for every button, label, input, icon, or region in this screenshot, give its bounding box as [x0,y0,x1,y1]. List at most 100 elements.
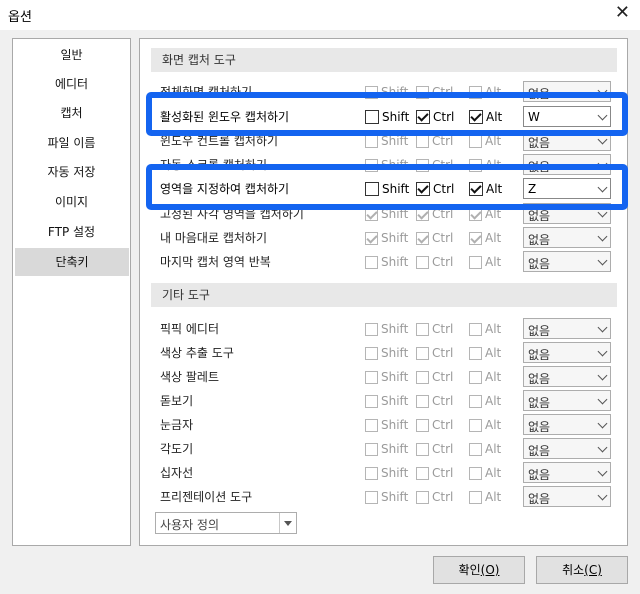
checkbox-box [416,255,429,269]
sidebar-item[interactable]: 일반 [14,41,129,69]
ctrl-checkbox[interactable]: Ctrl [416,442,453,456]
alt-label: Alt [485,322,502,336]
shift-checkbox[interactable]: Shift [365,370,408,384]
category-sidebar: 일반 에디터 캡처 파일 이름 자동 저장 이미지 FTP 설정 단축키 [12,38,131,546]
checkbox-box [365,490,378,504]
alt-checkbox[interactable]: Alt [469,442,501,456]
dropdown-arrow-icon [284,521,292,526]
close-icon[interactable]: ✕ [615,2,630,23]
ctrl-checkbox[interactable]: Ctrl [416,322,453,336]
alt-checkbox[interactable]: Alt [469,322,501,336]
ctrl-checkbox[interactable]: Ctrl [416,418,453,432]
alt-checkbox[interactable]: Alt [469,466,501,480]
alt-checkbox[interactable]: Alt [469,370,501,384]
chevron-down-icon [597,346,608,357]
shortcut-label: 눈금자 [160,418,194,432]
cancel-button[interactable]: 취소(C) [536,556,628,584]
shift-label: Shift [381,255,409,269]
chevron-down-icon [597,322,608,333]
key-dropdown-value: 없음 [528,136,551,150]
ctrl-checkbox[interactable]: Ctrl [416,346,453,360]
ctrl-checkbox[interactable]: Ctrl [416,466,453,480]
sidebar-item[interactable]: 에디터 [14,70,129,98]
ctrl-checkbox[interactable]: Ctrl [416,370,453,384]
shift-label: Shift [381,346,409,360]
checkbox-box [416,490,429,504]
checkbox-box [365,231,378,245]
checkbox-box [365,370,378,384]
chevron-down-icon [597,490,608,501]
ok-button-mnemonic: (O) [480,563,500,577]
shortcut-row: 프리젠테이션 도구 Shift Ctrl Alt 없음 [140,484,629,508]
alt-checkbox[interactable]: Alt [469,134,501,148]
sidebar-item[interactable]: 캡처 [14,99,129,127]
dropdown-separator [279,513,280,533]
alt-checkbox[interactable]: Alt [469,346,501,360]
key-dropdown[interactable]: 없음 [523,414,611,435]
shift-checkbox[interactable]: Shift [365,255,408,269]
alt-checkbox[interactable]: Alt [469,394,501,408]
key-dropdown[interactable]: 없음 [523,227,611,248]
sidebar-item[interactable]: 자동 저장 [14,158,129,186]
shortcut-label: 돋보기 [160,394,194,408]
ctrl-checkbox[interactable]: Ctrl [416,490,453,504]
checkbox-box [469,346,482,360]
key-dropdown[interactable]: 없음 [523,462,611,483]
shift-checkbox[interactable]: Shift [365,322,408,336]
checkbox-box [416,394,429,408]
sidebar-item[interactable]: 단축키 [15,248,129,276]
cancel-button-label: 취소 [562,563,585,577]
chevron-down-icon [597,231,608,242]
shift-label: Shift [381,394,409,408]
shift-checkbox[interactable]: Shift [365,490,408,504]
shortcut-label: 색상 추출 도구 [160,346,234,360]
shortcut-row: 마지막 캡처 영역 반복 Shift Ctrl Alt 없음 [140,249,629,273]
key-dropdown[interactable]: 없음 [523,438,611,459]
shift-checkbox[interactable]: Shift [365,394,408,408]
shift-checkbox[interactable]: Shift [365,466,408,480]
shift-checkbox[interactable]: Shift [365,346,408,360]
checkbox-box [416,134,429,148]
checkbox-box [365,466,378,480]
checkbox-box [365,346,378,360]
key-dropdown[interactable]: 없음 [523,390,611,411]
title-bar: 옵션 ✕ [0,0,640,30]
key-dropdown[interactable]: 없음 [523,486,611,507]
sidebar-item[interactable]: 파일 이름 [14,129,129,157]
ctrl-checkbox[interactable]: Ctrl [416,231,453,245]
alt-label: Alt [485,346,502,360]
section-header-capture: 화면 캡처 도구 [151,48,617,72]
shift-checkbox[interactable]: Shift [365,418,408,432]
key-dropdown[interactable]: 없음 [523,318,611,339]
alt-checkbox[interactable]: Alt [469,490,501,504]
ctrl-checkbox[interactable]: Ctrl [416,255,453,269]
ctrl-label: Ctrl [432,370,454,384]
sidebar-item[interactable]: FTP 설정 [14,218,129,246]
key-dropdown[interactable]: 없음 [523,342,611,363]
sidebar-item[interactable]: 이미지 [14,188,129,216]
preset-dropdown[interactable]: 사용자 정의 [155,512,297,534]
checkbox-box [365,418,378,432]
alt-checkbox[interactable]: Alt [469,418,501,432]
shift-checkbox[interactable]: Shift [365,134,408,148]
alt-checkbox[interactable]: Alt [469,255,501,269]
shift-checkbox[interactable]: Shift [365,231,408,245]
ok-button[interactable]: 확인(O) [433,556,525,584]
key-dropdown-value: 없음 [528,257,551,271]
ctrl-checkbox[interactable]: Ctrl [416,134,453,148]
window-title: 옵션 [8,10,32,25]
shift-checkbox[interactable]: Shift [365,442,408,456]
checkbox-box [469,322,482,336]
key-dropdown[interactable]: 없음 [523,366,611,387]
shortcut-row: 눈금자 Shift Ctrl Alt 없음 [140,412,629,436]
checkbox-box [469,134,482,148]
chevron-down-icon [597,442,608,453]
key-dropdown[interactable]: 없음 [523,251,611,272]
shortcut-label: 색상 팔레트 [160,370,220,384]
checkbox-box [365,255,378,269]
ctrl-checkbox[interactable]: Ctrl [416,394,453,408]
shortcut-row: 십자선 Shift Ctrl Alt 없음 [140,460,629,484]
checkbox-box [469,231,482,245]
alt-checkbox[interactable]: Alt [469,231,501,245]
highlight-frame-window-capture [146,92,628,136]
